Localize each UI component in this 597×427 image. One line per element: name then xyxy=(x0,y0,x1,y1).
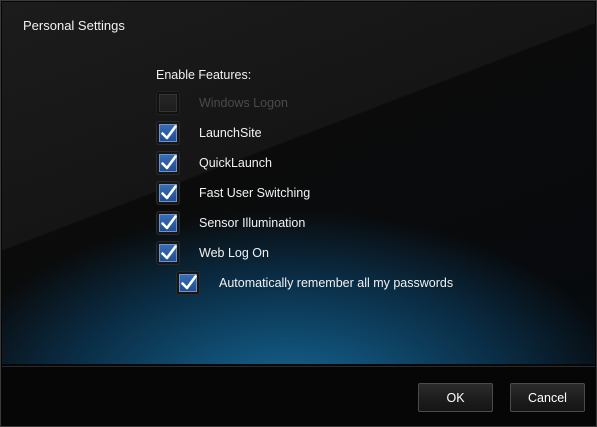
quicklaunch-label: QuickLaunch xyxy=(199,156,272,170)
option-windows-logon: Windows Logon xyxy=(157,91,288,115)
launchsite-checkbox[interactable] xyxy=(157,122,179,144)
option-sensor-illumination[interactable]: Sensor Illumination xyxy=(157,211,305,235)
checkmark-icon xyxy=(161,155,177,170)
cancel-button[interactable]: Cancel xyxy=(510,383,585,412)
web-log-on-label: Web Log On xyxy=(199,246,269,260)
option-quicklaunch[interactable]: QuickLaunch xyxy=(157,151,272,175)
web-log-on-checkbox[interactable] xyxy=(157,242,179,264)
option-web-log-on[interactable]: Web Log On xyxy=(157,241,269,265)
fast-user-switching-label: Fast User Switching xyxy=(199,186,311,200)
sensor-illumination-checkbox[interactable] xyxy=(157,212,179,234)
dialog-footer: OK Cancel xyxy=(2,366,595,426)
remember-passwords-label: Automatically remember all my passwords xyxy=(219,276,454,290)
personal-settings-dialog: Personal Settings Enable Features: Windo… xyxy=(0,0,597,427)
dialog-title: Personal Settings xyxy=(23,18,125,33)
enable-features-label: Enable Features: xyxy=(156,68,252,82)
dialog-content: Personal Settings Enable Features: Windo… xyxy=(2,2,595,364)
checkmark-icon xyxy=(161,245,177,260)
checkmark-icon xyxy=(161,215,177,230)
option-launchsite[interactable]: LaunchSite xyxy=(157,121,262,145)
checkmark-icon xyxy=(161,185,177,200)
launchsite-label: LaunchSite xyxy=(199,126,262,140)
windows-logon-checkbox xyxy=(157,92,179,114)
sensor-illumination-label: Sensor Illumination xyxy=(199,216,306,230)
windows-logon-label: Windows Logon xyxy=(199,96,288,110)
option-fast-user-switching[interactable]: Fast User Switching xyxy=(157,181,310,205)
checkmark-icon xyxy=(161,125,177,140)
quicklaunch-checkbox[interactable] xyxy=(157,152,179,174)
checkmark-icon xyxy=(181,275,197,290)
ok-button[interactable]: OK xyxy=(418,383,493,412)
fast-user-switching-checkbox[interactable] xyxy=(157,182,179,204)
remember-passwords-checkbox[interactable] xyxy=(177,272,199,294)
option-remember-passwords[interactable]: Automatically remember all my passwords xyxy=(177,271,453,295)
